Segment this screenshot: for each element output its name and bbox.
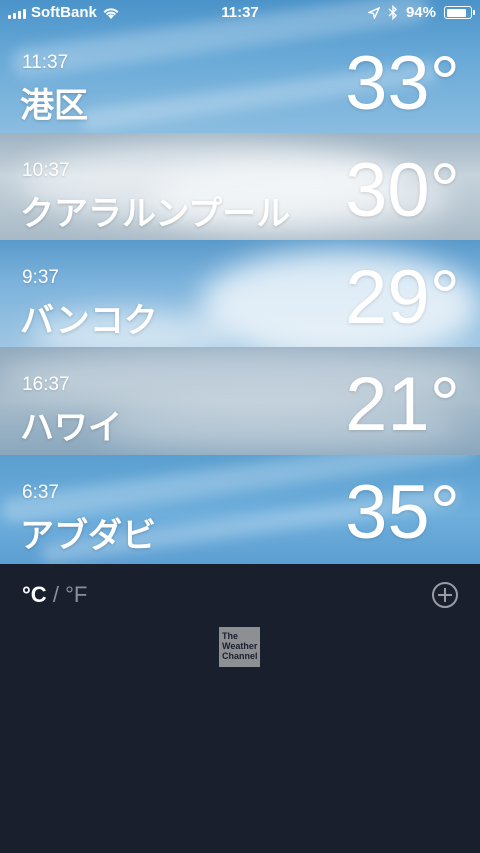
city-name: アブダビ (20, 517, 156, 555)
city-name: バンコク (20, 302, 158, 340)
city-temperature: 21° (345, 362, 460, 447)
bluetooth-icon (388, 5, 397, 20)
unit-celsius[interactable]: °C (22, 582, 47, 607)
city-local-time: 6:37 (22, 482, 59, 503)
city-local-time: 10:37 (22, 160, 70, 181)
city-local-time: 9:37 (22, 267, 59, 288)
location-arrow-icon (367, 6, 380, 19)
unit-separator: / (52, 582, 59, 607)
status-bar-right: 94% (367, 4, 475, 21)
plus-circle-icon[interactable] (432, 582, 458, 608)
battery-percent: 94% (405, 4, 436, 21)
city-row-bangkok[interactable]: 9:37 バンコク 29° (0, 240, 480, 347)
weather-channel-logo[interactable]: The Weather Channel (219, 627, 260, 667)
city-local-time: 11:37 (22, 52, 69, 73)
unit-fahrenheit[interactable]: °F (65, 582, 87, 607)
city-name: 港区 (20, 87, 88, 125)
battery-icon (444, 6, 475, 19)
city-name: クアラルンプール (20, 195, 291, 233)
logo-text: The Weather Channel (222, 631, 258, 661)
city-temperature: 33° (345, 41, 460, 126)
battery-level-fill (446, 8, 467, 17)
city-row-kuala-lumpur[interactable]: 10:37 クアラルンプール 30° (0, 133, 480, 240)
city-row-hawaii[interactable]: 16:37 ハワイ 21° (0, 347, 480, 455)
footer-panel: °C / °F The Weather Channel (0, 564, 480, 853)
weather-city-list-screen: 11:37 港区 33° 10:37 クアラルンプール 30° 9:37 バンコ… (0, 0, 480, 853)
city-row-abu-dhabi[interactable]: 6:37 アブダビ 35° (0, 455, 480, 564)
city-temperature: 35° (345, 470, 460, 555)
city-local-time: 16:37 (22, 374, 70, 395)
unit-toggle[interactable]: °C / °F (22, 582, 87, 608)
city-name: ハワイ (20, 409, 122, 447)
city-temperature: 29° (345, 255, 460, 340)
status-bar: SoftBank 11:37 94% (0, 0, 480, 28)
city-temperature: 30° (345, 148, 460, 233)
